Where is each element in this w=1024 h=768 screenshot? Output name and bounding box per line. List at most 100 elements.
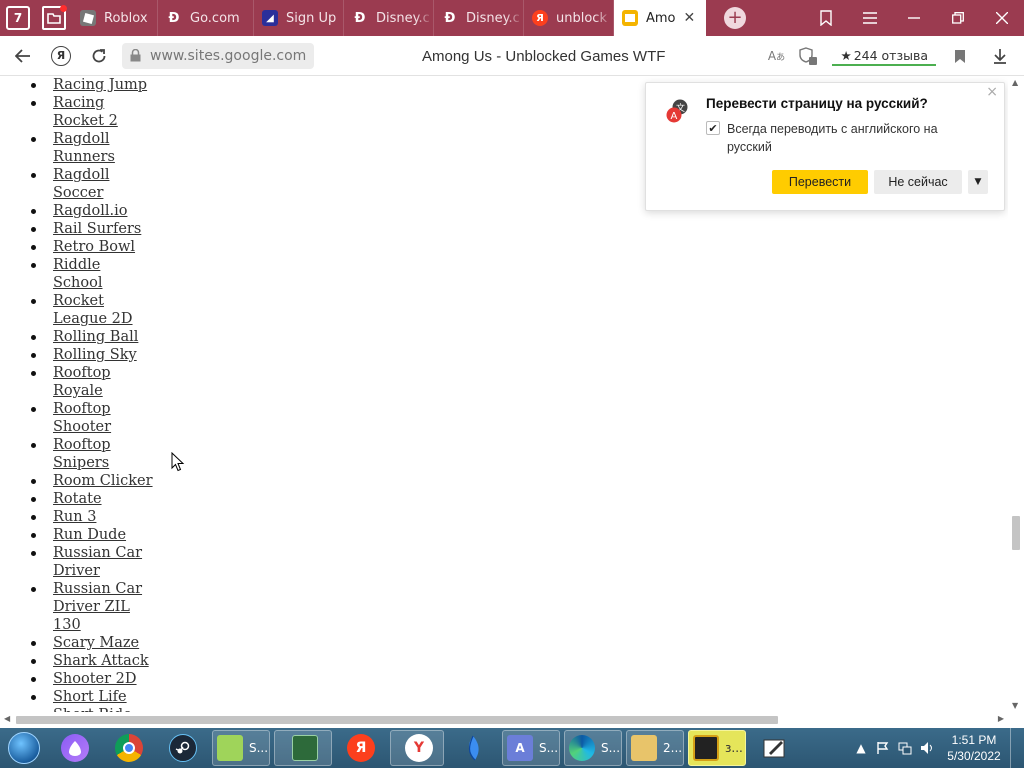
- tray-expand-icon[interactable]: ▲: [850, 728, 872, 768]
- taskbar-window-alpha[interactable]: A S...: [502, 730, 560, 766]
- list-item: Short Life: [31, 688, 153, 706]
- game-link[interactable]: Rolling Ball: [53, 329, 138, 345]
- taskbar-app-icon[interactable]: [448, 730, 498, 766]
- game-link[interactable]: Shooter 2D: [53, 671, 137, 687]
- system-clock[interactable]: 1:51 PM 5/30/2022: [938, 732, 1010, 764]
- tab-counter-button[interactable]: 7: [0, 0, 36, 36]
- game-link[interactable]: Rooftop Shooter: [53, 401, 111, 435]
- back-arrow-icon[interactable]: [4, 36, 42, 76]
- game-link[interactable]: Racing Rocket 2: [53, 95, 118, 129]
- game-link[interactable]: Ragdoll.io: [53, 203, 127, 219]
- show-desktop-button[interactable]: [1010, 728, 1024, 768]
- taskbar-window-monitor[interactable]: [274, 730, 332, 766]
- not-now-button[interactable]: Не сейчас: [874, 170, 962, 194]
- chevron-down-icon[interactable]: ▼: [968, 170, 988, 194]
- url-field[interactable]: www.sites.google.com: [122, 42, 315, 69]
- scroll-left-icon[interactable]: ◀: [4, 714, 10, 723]
- protect-shield-icon[interactable]: [792, 36, 824, 76]
- game-link[interactable]: Racing Jump: [53, 77, 147, 93]
- tab-counter-badge: 7: [13, 11, 23, 25]
- game-link[interactable]: Ragdoll Runners: [53, 131, 115, 165]
- taskbar-window-label: з...: [725, 741, 743, 755]
- url-text: www.sites.google.com: [150, 47, 307, 64]
- list-item: Rolling Ball: [31, 328, 153, 346]
- start-button[interactable]: [0, 728, 48, 768]
- taskbar-chrome-icon[interactable]: [104, 730, 154, 766]
- taskbar-window-label: S...: [601, 741, 621, 755]
- bookmark-icon[interactable]: [944, 36, 976, 76]
- game-link[interactable]: Room Clicker: [53, 473, 153, 489]
- tab-among-us[interactable]: Amo ✕: [614, 0, 706, 36]
- taskbar-yandex-icon[interactable]: Я: [336, 730, 386, 766]
- taskbar-steam-icon[interactable]: [158, 730, 208, 766]
- list-item: Scary Maze: [31, 634, 153, 652]
- list-item: Riddle School: [31, 256, 153, 292]
- game-link[interactable]: Russian Car Driver ZIL 130: [53, 581, 142, 633]
- tab-label: Sign Up: [286, 10, 337, 26]
- notifications-icon[interactable]: [36, 0, 72, 36]
- volume-icon[interactable]: [916, 728, 938, 768]
- game-link[interactable]: Rotate: [53, 491, 102, 507]
- game-link[interactable]: Rooftop Royale: [53, 365, 111, 399]
- always-translate-checkbox[interactable]: ✔: [706, 121, 720, 135]
- always-translate-label[interactable]: Всегда переводить с английского на русск…: [727, 120, 947, 156]
- scroll-right-icon[interactable]: ▶: [998, 714, 1004, 723]
- restore-icon[interactable]: [936, 0, 980, 36]
- taskbar-window-folder[interactable]: S...: [212, 730, 270, 766]
- yandex-home-button[interactable]: Я: [42, 36, 80, 76]
- new-tab-button[interactable]: +: [724, 7, 746, 29]
- menu-icon[interactable]: [848, 0, 892, 36]
- clock-date: 5/30/2022: [947, 749, 1001, 763]
- game-link[interactable]: Short Life: [53, 689, 127, 705]
- game-link[interactable]: Run 3: [53, 509, 96, 525]
- translate-popup: × 文 A Перевести страницу на русский? ✔ В…: [645, 82, 1005, 211]
- tab-sign-up[interactable]: ◢ Sign Up: [254, 0, 344, 36]
- game-link[interactable]: Rail Surfers: [53, 221, 141, 237]
- action-center-flag-icon[interactable]: [872, 728, 894, 768]
- game-link[interactable]: Russian Car Driver: [53, 545, 142, 579]
- minimize-icon[interactable]: [892, 0, 936, 36]
- game-link[interactable]: Rooftop Snipers: [53, 437, 111, 471]
- collections-icon[interactable]: [804, 0, 848, 36]
- game-link[interactable]: Retro Bowl: [53, 239, 135, 255]
- vertical-scroll-thumb[interactable]: [1012, 516, 1020, 550]
- taskbar-alice-icon[interactable]: [50, 730, 100, 766]
- tab-disney-2[interactable]: Ð Disney.c: [434, 0, 524, 36]
- tab-strip: 7 Roblox Ð Go.com ◢ Sign Up Ð Disney.c Ð…: [0, 0, 1024, 36]
- game-link[interactable]: Ragdoll Soccer: [53, 167, 109, 201]
- scroll-up-icon[interactable]: ▲: [1012, 78, 1018, 87]
- tab-disney-1[interactable]: Ð Disney.c: [344, 0, 434, 36]
- taskbar-window-folder-2[interactable]: 2...: [626, 730, 684, 766]
- vertical-scrollbar[interactable]: ▲ ▼: [1008, 76, 1024, 712]
- taskbar-yandex-browser[interactable]: Y: [390, 730, 444, 766]
- tab-label: Roblox: [104, 10, 148, 26]
- tab-roblox[interactable]: Roblox: [72, 0, 158, 36]
- edge-icon: [569, 735, 595, 761]
- roblox-icon: [80, 10, 96, 26]
- game-link[interactable]: Run Dude: [53, 527, 126, 543]
- horizontal-scroll-thumb[interactable]: [16, 716, 778, 724]
- game-link[interactable]: Rocket League 2D: [53, 293, 133, 327]
- reload-icon[interactable]: [80, 36, 118, 76]
- tab-go-com[interactable]: Ð Go.com: [158, 0, 254, 36]
- game-link[interactable]: Shark Attack: [53, 653, 149, 669]
- taskbar-pen-icon[interactable]: [750, 730, 800, 766]
- close-window-icon[interactable]: [980, 0, 1024, 36]
- network-icon[interactable]: [894, 728, 916, 768]
- game-link[interactable]: Rolling Sky: [53, 347, 137, 363]
- tab-close-icon[interactable]: ✕: [684, 10, 696, 26]
- taskbar-window-video-editor[interactable]: з...: [688, 730, 746, 766]
- game-link[interactable]: Riddle School: [53, 257, 103, 291]
- horizontal-scrollbar[interactable]: ◀ ▶: [0, 712, 1008, 728]
- reviews-badge[interactable]: ★ 244 отзыва: [832, 46, 936, 66]
- close-icon[interactable]: ×: [986, 84, 998, 100]
- translate-button[interactable]: Перевести: [772, 170, 868, 194]
- tab-unblock[interactable]: Я unblock: [524, 0, 614, 36]
- game-link[interactable]: Scary Maze: [53, 635, 139, 651]
- translate-icon[interactable]: Aあ: [760, 36, 792, 76]
- taskbar-window-label: S...: [249, 741, 269, 755]
- tab-label: Amo: [646, 10, 676, 26]
- scroll-down-icon[interactable]: ▼: [1012, 701, 1018, 710]
- taskbar-window-edge[interactable]: S...: [564, 730, 622, 766]
- download-icon[interactable]: [976, 36, 1024, 76]
